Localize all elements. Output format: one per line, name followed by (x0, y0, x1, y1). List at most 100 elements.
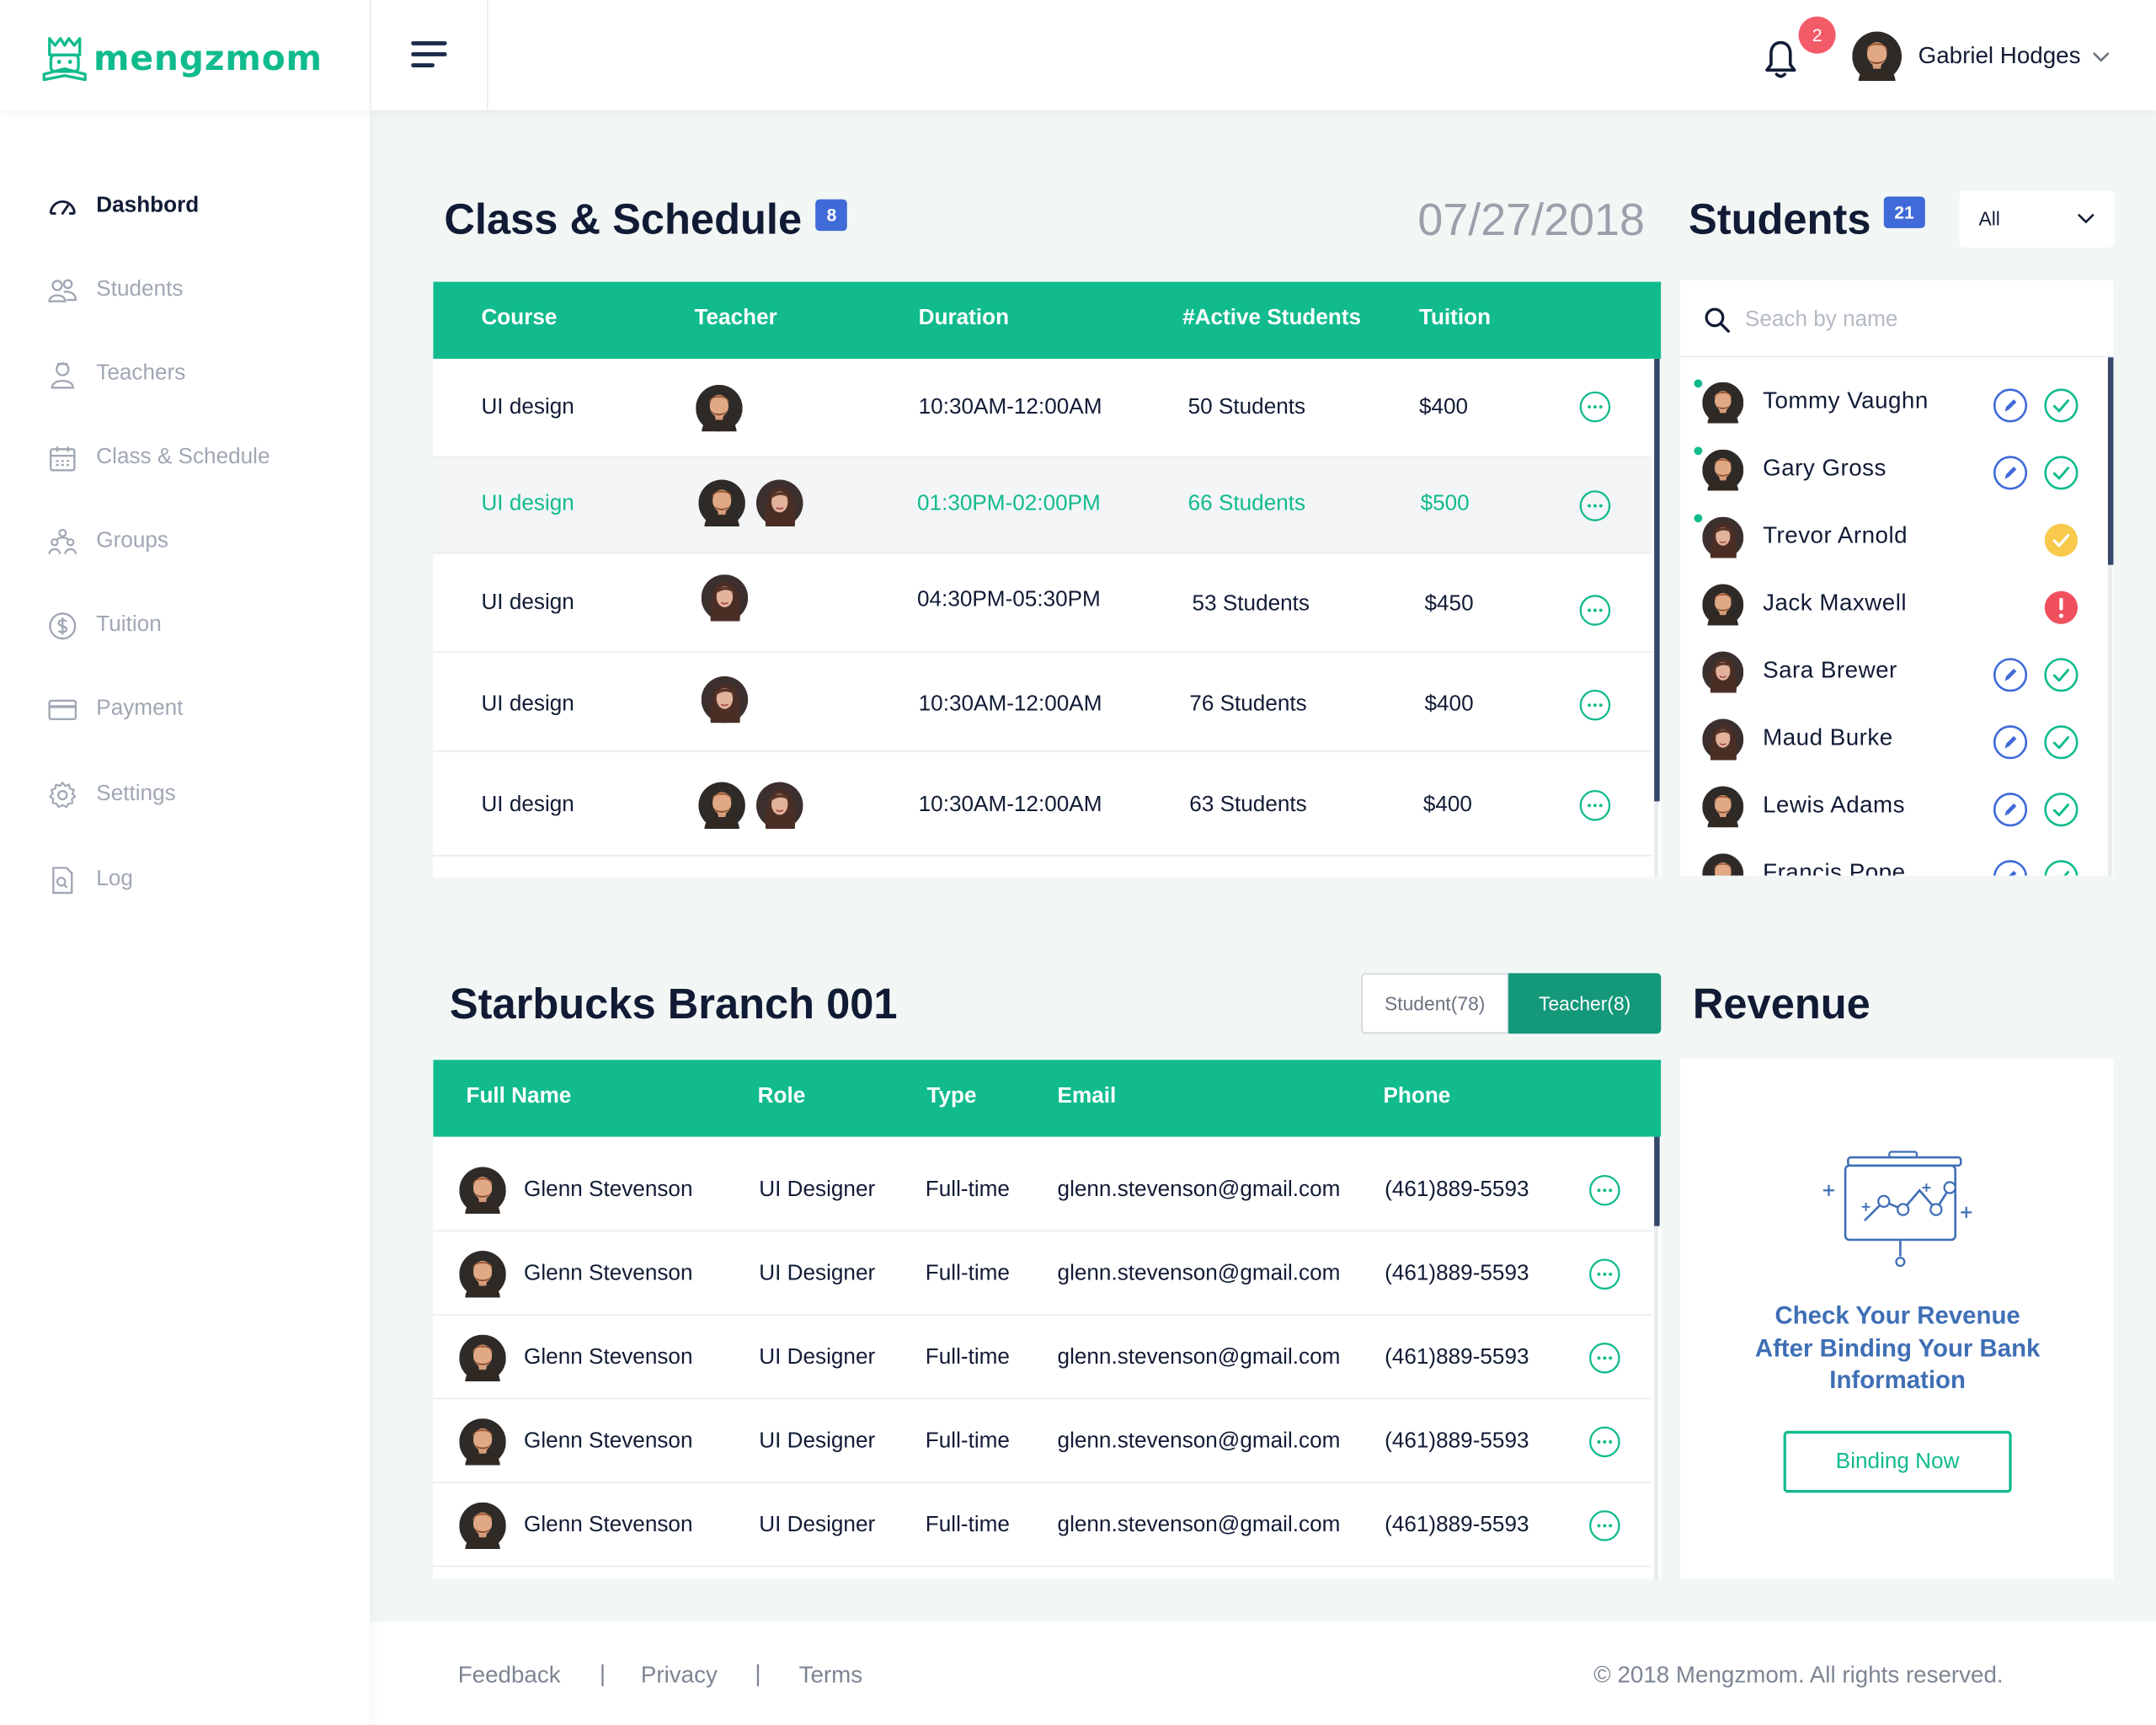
more-options-icon[interactable] (1588, 1258, 1621, 1290)
binding-now-button[interactable]: Binding Now (1783, 1430, 2012, 1493)
filter-value: All (1978, 207, 2000, 230)
more-options-icon[interactable] (1578, 489, 1611, 522)
students-icon (48, 278, 77, 302)
scrollbar-thumb[interactable] (1654, 358, 1660, 802)
table-row[interactable]: Glenn Stevenson UI Designer Full-time glenn… (433, 1231, 1652, 1316)
menu-toggle-button[interactable] (370, 0, 488, 110)
column-header-email[interactable]: Email (1058, 1085, 1117, 1109)
student-list-item[interactable]: Jack Maxwell (1680, 581, 2106, 649)
table-row[interactable]: Glenn Stevenson UI Designer Full-time glenn… (433, 1483, 1652, 1567)
student-list-item[interactable]: Francis Pope (1680, 851, 2106, 876)
column-header-duration[interactable]: Duration (919, 307, 1009, 331)
avatar (1702, 450, 1743, 491)
more-options-icon[interactable] (1588, 1174, 1621, 1207)
more-options-icon[interactable] (1588, 1342, 1621, 1375)
table-row[interactable]: Glenn Stevenson UI Designer Full-time glenn… (433, 1316, 1652, 1400)
column-header-role[interactable]: Role (758, 1085, 806, 1109)
true (1993, 455, 2028, 490)
tuition-cell: $500 (1420, 492, 1470, 515)
column-header-tuition[interactable]: Tuition (1419, 307, 1491, 331)
tab-student[interactable]: Student(78) (1361, 973, 1509, 1034)
more-options-icon[interactable] (1578, 390, 1611, 423)
sidebar-item-class-schedule[interactable]: Class & Schedule (47, 437, 270, 478)
phone-cell: (461)889-5593 (1385, 1429, 1529, 1453)
student-name: Maud Burke (1763, 724, 1893, 751)
email-cell: glenn.stevenson@gmail.com (1057, 1429, 1341, 1453)
true (2043, 657, 2079, 692)
table-row[interactable]: UI design 01:30PM-02:00PM 66 Students $5… (433, 457, 1652, 554)
column-header-type[interactable]: Type (926, 1085, 976, 1109)
email-cell: glenn.stevenson@gmail.com (1057, 1345, 1341, 1370)
column-header-full-name[interactable]: Full Name (466, 1085, 571, 1109)
student-list-item[interactable]: Lewis Adams (1680, 783, 2106, 851)
sidebar-item-dashboard[interactable]: Dashbord (47, 185, 200, 227)
true (2043, 859, 2079, 876)
revenue-message-line: Check Your Revenue (1774, 1301, 2020, 1330)
true (2043, 792, 2079, 827)
more-options-icon[interactable] (1588, 1425, 1621, 1458)
sidebar-item-groups[interactable]: Groups (47, 521, 168, 562)
table-row[interactable]: UI design 10:30AM-12:00AM 76 Students $4… (433, 653, 1652, 752)
table-row[interactable]: Glenn Stevenson UI Designer Full-time glenn… (433, 1137, 1652, 1232)
footer-separator: | (755, 1660, 761, 1687)
sidebar-item-payment[interactable]: Payment (47, 689, 184, 730)
sidebar: Dashbord Students Teachers Class & Sched… (0, 109, 371, 1725)
sidebar-item-label: Students (96, 277, 184, 302)
table-row[interactable]: Glenn Stevenson UI Designer Full-time glenn… (433, 1399, 1652, 1483)
scrollbar-thumb[interactable] (1654, 1136, 1660, 1226)
user-name[interactable]: Gabriel Hodges (1919, 43, 2081, 71)
sidebar-item-log[interactable]: Log (47, 859, 133, 900)
logo[interactable]: mengzmom (41, 30, 323, 85)
student-list-item[interactable]: Trevor Arnold (1680, 514, 2106, 581)
search-input[interactable] (1744, 299, 2089, 341)
true (1993, 387, 2028, 423)
student-list-item[interactable]: Gary Gross (1680, 446, 2106, 514)
phone-cell: (461)889-5593 (1385, 1345, 1529, 1370)
credit-card-icon (48, 698, 77, 720)
student-list-item[interactable]: Tommy Vaughn (1680, 379, 2106, 446)
table-row[interactable]: UI design 04:30PM-05:30PM 53 Students $4… (433, 554, 1652, 654)
footer-link-privacy[interactable]: Privacy (641, 1662, 718, 1690)
bell-icon[interactable] (1763, 39, 1798, 80)
sidebar-item-tuition[interactable]: Tuition (47, 605, 162, 646)
students-panel: Tommy Vaughn Gary Gross Trevor Arnold Jack … (1680, 280, 2114, 876)
column-header-phone[interactable]: Phone (1383, 1085, 1450, 1109)
student-name: Sara Brewer (1763, 657, 1897, 684)
more-options-icon[interactable] (1578, 689, 1611, 722)
table-row[interactable]: UI design 10:30AM-12:00AM 50 Students $4… (433, 359, 1652, 458)
student-name: Lewis Adams (1763, 791, 1906, 818)
schedule-date: 07/27/2018 (1417, 194, 1645, 245)
sidebar-item-settings[interactable]: Settings (47, 774, 176, 815)
more-options-icon[interactable] (1588, 1509, 1621, 1542)
column-header-active-students[interactable]: #Active Students (1182, 307, 1361, 331)
students-cell: 66 Students (1187, 492, 1306, 515)
teacher-avatar (702, 574, 749, 621)
teachers-icon (51, 361, 74, 388)
chevron-down-icon (2078, 214, 2095, 224)
student-name: Jack Maxwell (1763, 590, 1908, 617)
student-list-item[interactable]: Sara Brewer (1680, 649, 2106, 716)
column-header-teacher[interactable]: Teacher (695, 307, 777, 331)
chevron-down-icon[interactable] (2091, 51, 2111, 64)
column-header-course[interactable]: Course (481, 307, 557, 331)
more-options-icon[interactable] (1578, 594, 1611, 627)
tab-teacher[interactable]: Teacher(8) (1508, 973, 1662, 1034)
notification-badge: 2 (1798, 16, 1836, 54)
phone-cell: (461)889-5593 (1385, 1178, 1529, 1202)
sidebar-item-label: Tuition (96, 612, 162, 637)
student-list-item[interactable]: Maud Burke (1680, 716, 2106, 783)
footer-link-feedback[interactable]: Feedback (458, 1662, 561, 1690)
sidebar-item-students[interactable]: Students (47, 270, 184, 311)
schedule-title-text: Class & Schedule (444, 195, 803, 243)
full-name-cell: Glenn Stevenson (524, 1345, 693, 1370)
avatar[interactable] (1852, 32, 1902, 82)
sidebar-item-teachers[interactable]: Teachers (47, 353, 186, 394)
student-filter-select[interactable]: All (1959, 190, 2116, 248)
more-options-icon[interactable] (1578, 789, 1611, 822)
scrollbar-thumb[interactable] (2107, 357, 2114, 565)
student-name: Trevor Arnold (1763, 522, 1908, 549)
avatar (459, 1503, 506, 1549)
calendar-icon (50, 446, 76, 471)
table-row[interactable]: UI design 10:30AM-12:00AM 63 Students $4… (433, 752, 1652, 857)
footer-link-terms[interactable]: Terms (799, 1662, 863, 1690)
